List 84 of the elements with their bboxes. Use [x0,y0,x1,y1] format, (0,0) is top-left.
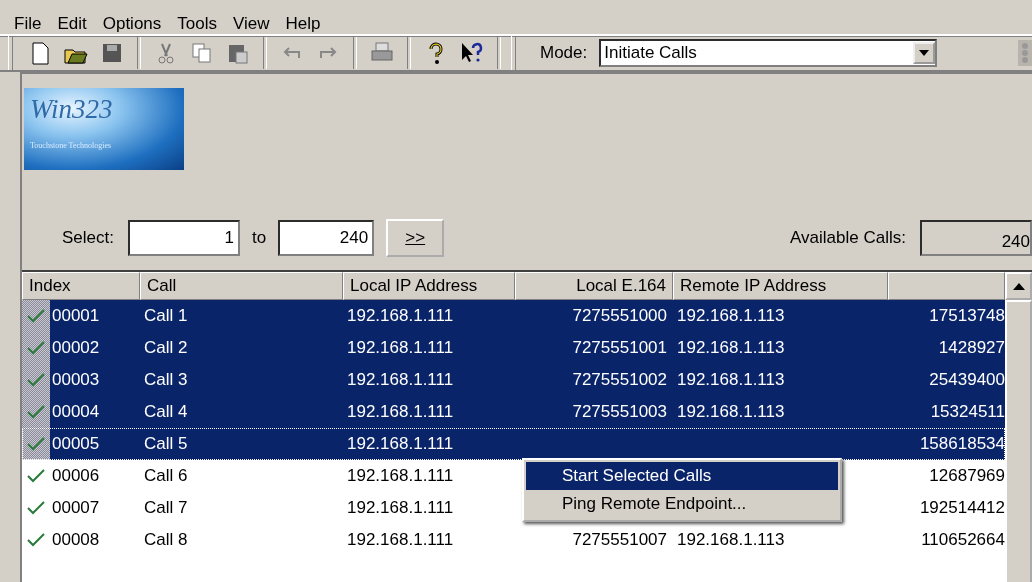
table-row[interactable]: 00003 Call 3 192.168.1.111 7275551002 192.168.1.113 25439400 [22,364,1005,396]
checkmark-icon[interactable] [27,437,45,451]
table-cell: 192.168.1.111 [347,434,454,454]
table-cell: Call 8 [144,530,188,550]
column-header[interactable] [888,272,1005,300]
menu-item[interactable]: File [6,14,50,34]
table-cell: 192.168.1.111 [347,338,454,358]
table-cell: 110652664 [921,530,1005,550]
to-field[interactable]: 240 [278,220,375,256]
menu-item[interactable]: Help [277,14,329,34]
table-cell-text: 7275551003 [572,402,668,422]
from-field[interactable]: 1 [128,220,240,256]
table-cell: 192.168.1.113 [677,370,785,390]
available-calls-label: Available Calls: [790,228,906,248]
table-row[interactable]: 00005 Call 5 192.168.1.111 158618534 [22,428,1005,460]
table-row[interactable]: 00002 Call 2 192.168.1.111 7275551001 192.168.1.113 1428927 [22,332,1005,364]
table-cell: 1428927 [938,338,1005,358]
table-cell: 12687969 [929,466,1005,486]
column-header[interactable]: Call [140,272,343,300]
table-cell: 00004 [52,402,100,422]
to-label: to [252,228,267,248]
table-cell: 192.168.1.113 [677,306,785,326]
caret-icon [919,50,930,56]
table-cell: 00007 [52,498,100,518]
table-cell: 00005 [52,434,100,454]
menu-item[interactable]: Edit [49,14,95,34]
table-cell: 15324511 [930,402,1005,422]
table-row[interactable]: 00001 Call 1 192.168.1.111 7275551000 192.168.1.113 17513748 [22,300,1005,332]
table-cell: 17513748 [929,306,1005,326]
table-cell: 192.168.1.111 [347,498,454,518]
checkmark-icon[interactable] [27,405,45,419]
logo-title: Win323 [30,96,114,123]
checkmark-icon[interactable] [27,501,45,515]
context-menu-item[interactable]: Ping Remote Endpoint... [526,490,838,518]
column-header[interactable]: Local IP Address [343,272,515,300]
table-cell-text: 7275551001 [572,338,668,358]
table-cell: 192.168.1.111 [347,466,454,486]
table-cell: 192.168.1.111 [347,370,454,390]
table-cell: Call 4 [144,402,188,422]
table-cell: Call 1 [144,306,188,326]
table-cell: 158618534 [919,434,1005,454]
menu-item[interactable]: View [225,14,278,34]
table-cell: 00003 [52,370,100,390]
table-cell: 192.168.1.113 [677,402,785,422]
checkmark-icon[interactable] [27,309,45,323]
table-cell: 192.168.1.111 [347,530,454,550]
table-cell: 00008 [52,530,100,550]
table-row[interactable]: 00004 Call 4 192.168.1.111 7275551003 192.168.1.113 15324511 [22,396,1005,428]
menu-item[interactable]: Options [94,14,170,34]
checkmark-icon[interactable] [27,533,45,547]
table-cell: 25439400 [929,370,1005,390]
table-cell: 192.168.1.113 [677,338,785,358]
available-calls-value: 240 [920,220,1032,256]
menu-item[interactable]: Tools [169,14,225,34]
column-header[interactable]: Local E.164 [515,272,673,300]
checkmark-icon[interactable] [27,373,45,387]
select-range-button[interactable]: >> [386,219,445,257]
table-cell: Call 3 [144,370,188,390]
table-cell-text: 7275551000 [572,306,668,326]
table-cell: Call 5 [144,434,188,454]
up-arrow-icon [1012,282,1025,290]
table-cell: 192514412 [919,498,1005,518]
table-cell: 00001 [52,306,100,326]
mode-label: Mode: [540,43,588,63]
column-header[interactable]: Index [22,272,140,300]
table-cell-text: 7275551007 [572,530,668,550]
checkmark-icon[interactable] [27,341,45,355]
table-cell: 00006 [52,466,100,486]
table-cell: Call 2 [144,338,188,358]
table-cell: 192.168.1.113 [677,530,785,550]
table-cell: 192.168.1.111 [347,306,454,326]
logo-subtitle: Touchstone Technologies [30,141,113,150]
table-cell: 00002 [52,338,100,358]
table-cell-text: 7275551002 [572,370,668,390]
checkmark-icon[interactable] [27,469,45,483]
select-label: Select: [62,228,114,248]
mode-dropdown[interactable]: Initiate Calls [599,39,938,67]
column-header[interactable]: Remote IP Address [673,272,888,300]
table-cell: 192.168.1.111 [347,402,454,422]
table-cell: Call 6 [144,466,188,486]
scroll-up-button[interactable] [1005,272,1032,300]
scrollbar-thumb[interactable] [1005,300,1032,582]
table-cell: Call 7 [144,498,188,518]
context-menu-item[interactable]: Start Selected Calls [526,462,838,490]
